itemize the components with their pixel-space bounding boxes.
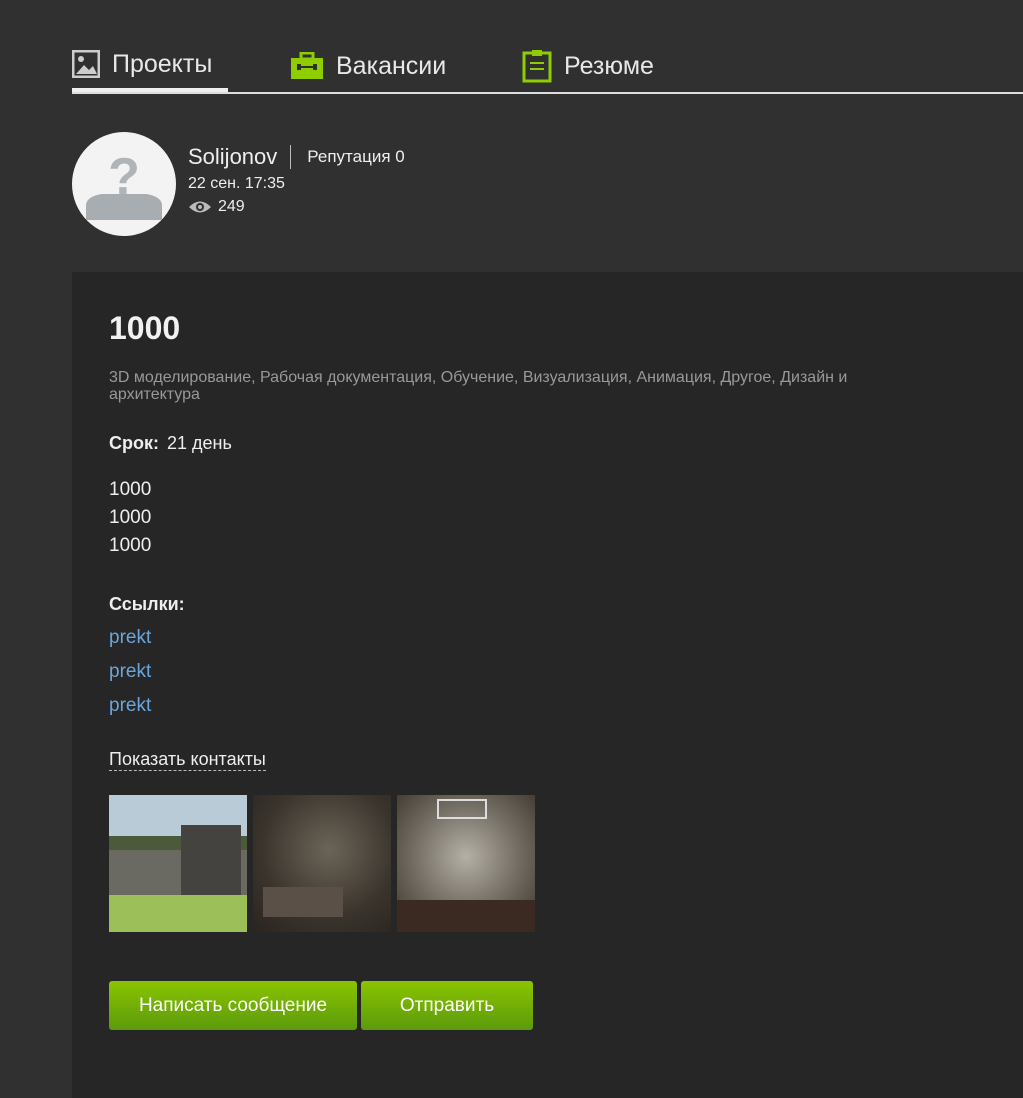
tab-label: Вакансии	[336, 51, 447, 80]
project-description: 1000 1000 1000	[109, 476, 986, 560]
image-gallery	[109, 795, 986, 932]
clipboard-icon	[522, 50, 552, 83]
bed	[263, 887, 343, 917]
project-link[interactable]: prekt	[109, 627, 986, 649]
description-line: 1000	[109, 479, 152, 500]
show-contacts-link[interactable]: Показать контакты	[109, 749, 266, 771]
project-link[interactable]: prekt	[109, 695, 986, 717]
project-categories: 3D моделирование, Рабочая документация, …	[109, 369, 848, 403]
view-count: 249	[218, 198, 245, 215]
image-icon	[72, 50, 100, 78]
divider	[290, 145, 292, 169]
tab-projects[interactable]: Проекты	[72, 40, 228, 92]
tab-label: Проекты	[112, 49, 213, 78]
author-profile: ? Solijonov Репутация 0 22 сен. 17:35 249	[72, 132, 405, 236]
avatar[interactable]: ?	[72, 132, 176, 236]
tab-resume[interactable]: Резюме	[522, 40, 654, 92]
reputation: Репутация 0	[307, 147, 405, 166]
nav-tabs: Проекты Вакансии Резюме	[72, 40, 1023, 94]
description-line: 1000	[109, 507, 152, 528]
tab-label: Резюме	[564, 51, 654, 80]
write-message-button[interactable]: Написать сообщение	[109, 981, 357, 1030]
project-card: 1000 3D моделирование, Рабочая документа…	[72, 272, 1023, 1098]
tab-vacancies[interactable]: Вакансии	[290, 40, 446, 92]
thumbnail-bedroom[interactable]	[253, 795, 391, 932]
thumbnail-house[interactable]	[109, 795, 247, 932]
briefcase-icon	[291, 52, 323, 79]
project-link[interactable]: prekt	[109, 661, 986, 683]
term-value: 21 день	[167, 433, 232, 453]
links-heading: Ссылки:	[109, 594, 185, 614]
author-name[interactable]: Solijonov	[188, 144, 277, 170]
thumbnail-corridor[interactable]	[397, 795, 535, 932]
post-date: 22 сен. 17:35	[188, 175, 285, 192]
ceiling-light	[437, 799, 487, 819]
unknown-user-icon: ?	[86, 148, 162, 220]
description-line: 1000	[109, 535, 152, 556]
send-button[interactable]: Отправить	[361, 981, 533, 1030]
term-label: Срок:	[109, 433, 159, 453]
floor	[397, 900, 535, 932]
project-term: Срок: 21 день	[109, 433, 986, 454]
lawn	[109, 895, 247, 932]
eye-icon	[189, 201, 211, 213]
project-title: 1000	[109, 310, 181, 346]
